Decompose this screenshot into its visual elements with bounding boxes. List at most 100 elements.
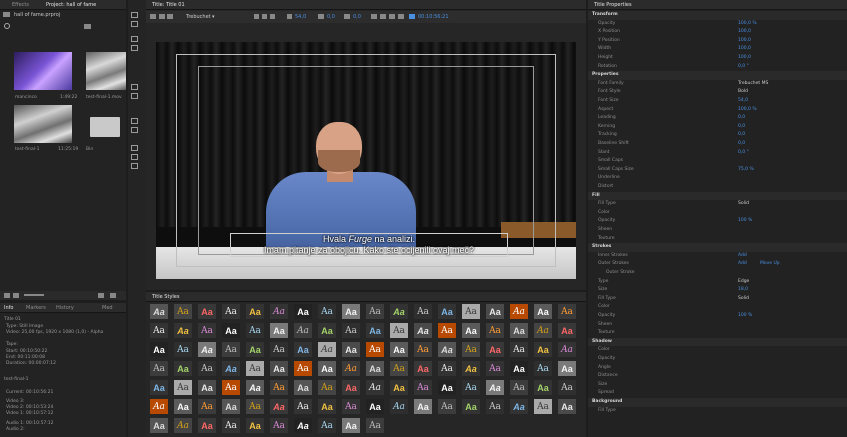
title-style-swatch[interactable]: Aa — [318, 304, 336, 319]
title-style-swatch[interactable]: Aa — [390, 399, 408, 414]
title-style-swatch[interactable]: Aa — [318, 323, 336, 338]
title-style-swatch[interactable]: Aa — [342, 304, 360, 319]
property-value[interactable]: Add — [738, 261, 747, 266]
property-section-header[interactable]: Shadow — [588, 337, 847, 347]
zoom-slider-icon[interactable] — [24, 294, 44, 296]
title-style-swatch[interactable]: Aa — [198, 380, 216, 395]
show-video-icon[interactable] — [409, 14, 415, 19]
property-value[interactable]: 0,0 ° — [738, 150, 749, 155]
align-right-icon[interactable] — [389, 14, 395, 19]
title-style-swatch[interactable]: Aa — [342, 380, 360, 395]
property-value[interactable]: 100 % — [738, 313, 752, 318]
title-style-swatch[interactable]: Aa — [438, 380, 456, 395]
property-row[interactable]: Font Style Bold — [588, 88, 847, 97]
italic-icon[interactable] — [262, 14, 267, 19]
property-row[interactable]: Leading 0,0 — [588, 114, 847, 123]
property-value[interactable]: Bold — [738, 89, 748, 94]
title-style-swatch[interactable]: Aa — [342, 342, 360, 357]
bold-icon[interactable] — [254, 14, 259, 19]
title-style-swatch[interactable]: Aa — [198, 361, 216, 376]
property-row[interactable]: Opacity 100,0 % — [588, 20, 847, 29]
title-style-swatch[interactable]: Aa — [558, 399, 576, 414]
clip-thumbnail[interactable] — [86, 52, 126, 90]
title-canvas[interactable]: Hvala Furge na analizi. Imam pitanje za … — [156, 42, 576, 279]
title-style-swatch[interactable]: Aa — [438, 323, 456, 338]
property-value[interactable]: Solid — [738, 296, 749, 301]
title-style-swatch[interactable]: Aa — [294, 342, 312, 357]
font-size-value[interactable]: 54,0 — [295, 14, 306, 20]
property-row[interactable]: Fill Type — [588, 407, 847, 416]
align-left-icon[interactable] — [371, 14, 377, 19]
tab-media[interactable]: Med — [102, 305, 113, 311]
title-style-swatch[interactable]: Aa — [558, 361, 576, 376]
title-style-swatch[interactable]: Aa — [294, 418, 312, 433]
property-row[interactable]: Fill Type Solid — [588, 200, 847, 209]
title-style-swatch[interactable]: Aa — [222, 361, 240, 376]
clip-thumbnail[interactable] — [14, 52, 72, 90]
title-style-swatch[interactable]: Aa — [318, 342, 336, 357]
title-style-swatch[interactable]: Aa — [318, 399, 336, 414]
rectangle-tool-icon[interactable] — [131, 145, 138, 151]
title-style-swatch[interactable]: Aa — [174, 361, 192, 376]
leading-value[interactable]: 0,0 — [353, 14, 361, 20]
property-value[interactable]: 0,0 — [738, 132, 745, 137]
title-style-swatch[interactable]: Aa — [222, 399, 240, 414]
title-style-swatch[interactable]: Aa — [510, 399, 528, 414]
title-style-swatch[interactable]: Aa — [534, 342, 552, 357]
title-style-swatch[interactable]: Aa — [438, 361, 456, 376]
title-style-swatch[interactable]: Aa — [510, 380, 528, 395]
title-style-swatch[interactable]: Aa — [486, 304, 504, 319]
path-type-tool-icon[interactable] — [131, 93, 138, 99]
title-style-swatch[interactable]: Aa — [486, 323, 504, 338]
title-style-swatch[interactable]: Aa — [150, 418, 168, 433]
title-style-swatch[interactable]: Aa — [174, 323, 192, 338]
title-style-swatch[interactable]: Aa — [318, 380, 336, 395]
tab-info[interactable]: Info — [4, 305, 13, 311]
roll-crawl-icon[interactable] — [159, 14, 165, 19]
title-style-swatch[interactable]: Aa — [462, 304, 480, 319]
title-style-swatch[interactable]: Aa — [246, 304, 264, 319]
property-value[interactable]: 100,0 % — [738, 107, 757, 112]
title-style-swatch[interactable]: Aa — [510, 323, 528, 338]
title-style-swatch[interactable]: Aa — [414, 342, 432, 357]
title-style-swatch[interactable]: Aa — [198, 399, 216, 414]
title-style-swatch[interactable]: Aa — [198, 342, 216, 357]
title-style-swatch[interactable]: Aa — [558, 342, 576, 357]
title-style-swatch[interactable]: Aa — [198, 323, 216, 338]
title-style-swatch[interactable]: Aa — [366, 323, 384, 338]
title-style-swatch[interactable]: Aa — [462, 323, 480, 338]
timecode-value[interactable]: 00:10:56:21 — [418, 14, 449, 20]
property-row[interactable]: Angle — [588, 364, 847, 373]
property-row[interactable]: Height 100,0 — [588, 54, 847, 63]
title-style-swatch[interactable]: Aa — [150, 380, 168, 395]
property-value[interactable]: 100,0 — [738, 38, 751, 43]
property-row[interactable]: Underline — [588, 174, 847, 183]
property-section-header[interactable]: Properties — [588, 71, 847, 80]
title-style-swatch[interactable]: Aa — [510, 361, 528, 376]
property-row[interactable]: Color — [588, 346, 847, 355]
title-style-swatch[interactable]: Aa — [270, 399, 288, 414]
title-style-swatch[interactable]: Aa — [294, 380, 312, 395]
delete-icon[interactable] — [110, 293, 116, 298]
ellipse-tool-icon[interactable] — [131, 154, 138, 160]
property-value[interactable]: 100,0 — [738, 46, 751, 51]
underline-icon[interactable] — [270, 14, 275, 19]
title-style-swatch[interactable]: Aa — [270, 418, 288, 433]
property-value[interactable]: 0,0 — [738, 115, 745, 120]
title-style-swatch[interactable]: Aa — [318, 418, 336, 433]
title-style-swatch[interactable]: Aa — [198, 304, 216, 319]
property-row[interactable]: Rotation 0,0 ° — [588, 63, 847, 72]
title-style-swatch[interactable]: Aa — [366, 361, 384, 376]
title-style-swatch[interactable]: Aa — [342, 399, 360, 414]
tab-stops-icon[interactable] — [398, 14, 404, 19]
title-style-swatch[interactable]: Aa — [390, 361, 408, 376]
title-style-swatch[interactable]: Aa — [366, 304, 384, 319]
line-tool-icon[interactable] — [131, 163, 138, 169]
title-style-swatch[interactable]: Aa — [150, 361, 168, 376]
title-style-swatch[interactable]: Aa — [174, 342, 192, 357]
title-style-swatch[interactable]: Aa — [270, 380, 288, 395]
property-row[interactable]: Type Edge — [588, 278, 847, 287]
title-style-swatch[interactable]: Aa — [462, 380, 480, 395]
title-style-swatch[interactable]: Aa — [534, 323, 552, 338]
property-value[interactable]: Add — [738, 253, 747, 258]
